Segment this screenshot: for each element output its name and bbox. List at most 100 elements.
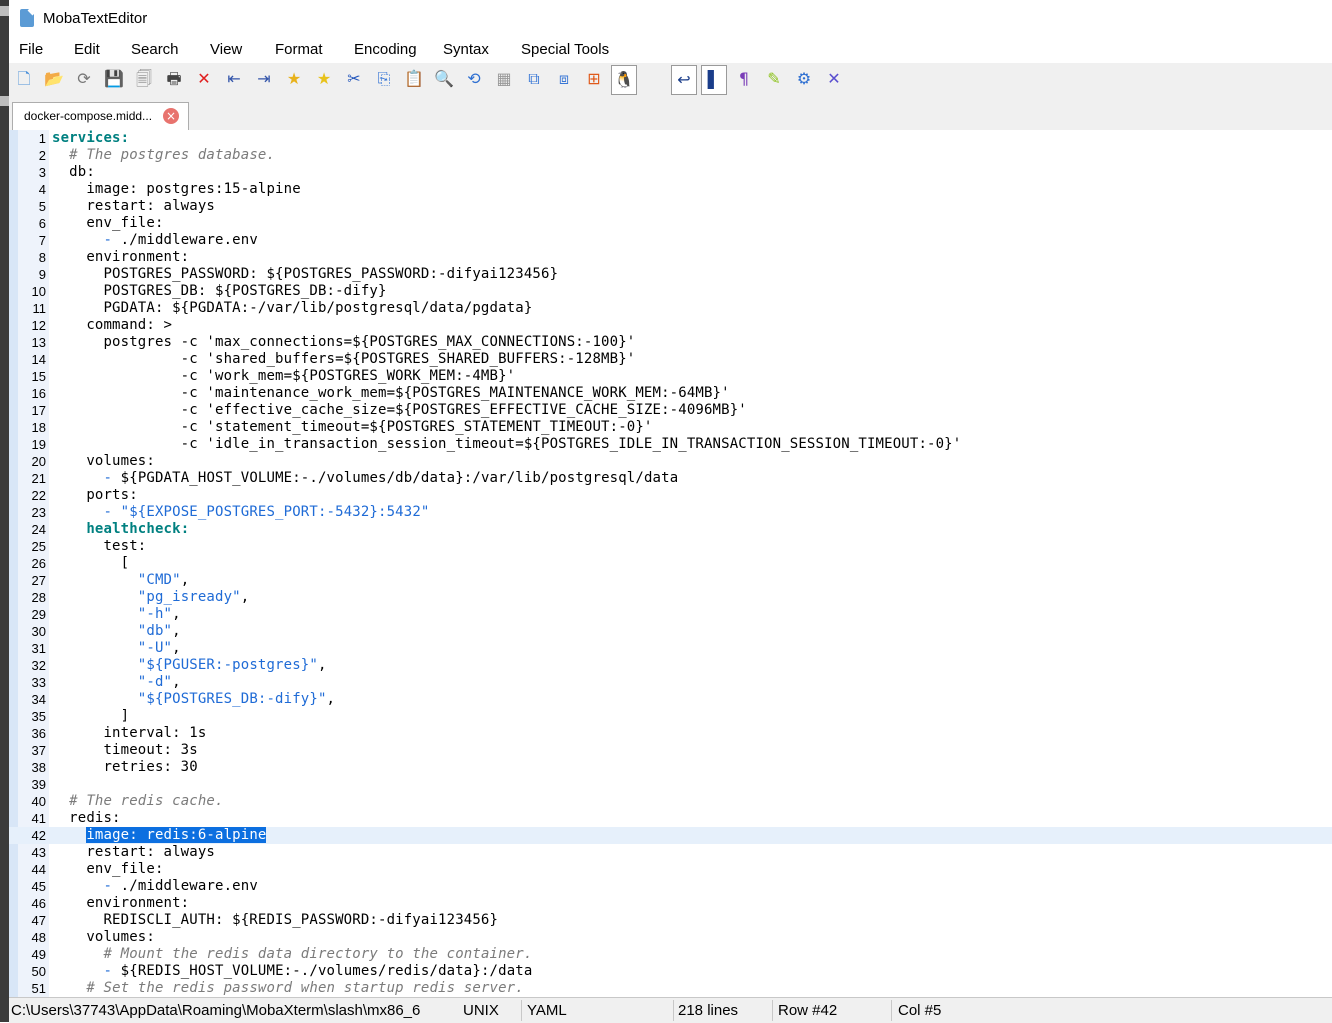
code-line[interactable]: 27 "CMD", bbox=[9, 572, 1332, 589]
code-token: ports: bbox=[52, 487, 138, 503]
code-line[interactable]: 7 - ./middleware.env bbox=[9, 232, 1332, 249]
bookmark-next-icon[interactable]: ★ bbox=[314, 69, 334, 89]
show-symbols-icon[interactable]: ¶ bbox=[734, 69, 754, 89]
code-line[interactable]: 29 "-h", bbox=[9, 606, 1332, 623]
code-text: image: redis:6-alpine bbox=[52, 827, 267, 844]
status-file-path: C:\Users\37743\AppData\Roaming\MobaXterm… bbox=[11, 1002, 421, 1019]
code-line[interactable]: 37 timeout: 3s bbox=[9, 742, 1332, 759]
code-line[interactable]: 35 ] bbox=[9, 708, 1332, 725]
code-line[interactable]: 30 "db", bbox=[9, 623, 1332, 640]
mac-format-icon[interactable] bbox=[644, 69, 664, 89]
code-line[interactable]: 15 -c 'work_mem=${POSTGRES_WORK_MEM:-4MB… bbox=[9, 368, 1332, 385]
code-editor[interactable]: 1 services: 2 # The postgres database. 3 db… bbox=[9, 130, 1332, 997]
tab-close-icon[interactable]: × bbox=[163, 108, 179, 124]
code-line[interactable]: 38 retries: 30 bbox=[9, 759, 1332, 776]
code-line[interactable]: 12 command: > bbox=[9, 317, 1332, 334]
code-line[interactable]: 49 # Mount the redis data directory to t… bbox=[9, 946, 1332, 963]
code-line[interactable]: 51 # Set the redis password when startup… bbox=[9, 980, 1332, 997]
menu-encoding[interactable]: Encoding bbox=[354, 41, 417, 58]
close-file-icon[interactable]: ✕ bbox=[194, 69, 214, 89]
paste-icon[interactable]: 📋 bbox=[404, 69, 424, 89]
code-line[interactable]: 47 REDISCLI_AUTH: ${REDIS_PASSWORD:-dify… bbox=[9, 912, 1332, 929]
code-line[interactable]: 16 -c 'maintenance_work_mem=${POSTGRES_M… bbox=[9, 385, 1332, 402]
print-icon[interactable]: 🖶 bbox=[164, 69, 184, 89]
reload-icon[interactable]: ⟳ bbox=[74, 69, 94, 89]
code-token: , bbox=[326, 691, 336, 707]
code-line[interactable]: 8 environment: bbox=[9, 249, 1332, 266]
bookmark-add-icon[interactable]: ★ bbox=[284, 69, 304, 89]
save-all-icon[interactable]: 🗐 bbox=[134, 69, 154, 89]
code-line[interactable]: 13 postgres -c 'max_connections=${POSTGR… bbox=[9, 334, 1332, 351]
code-line[interactable]: 48 volumes: bbox=[9, 929, 1332, 946]
code-line[interactable]: 14 -c 'shared_buffers=${POSTGRES_SHARED_… bbox=[9, 351, 1332, 368]
compare-icon[interactable]: ⧉ bbox=[524, 69, 544, 89]
code-line[interactable]: 3 db: bbox=[9, 164, 1332, 181]
line-number: 31 bbox=[31, 641, 46, 656]
status-separator bbox=[772, 1000, 773, 1021]
code-line[interactable]: 40 # The redis cache. bbox=[9, 793, 1332, 810]
settings-icon[interactable]: ⚙ bbox=[794, 69, 814, 89]
code-line[interactable]: 1 services: bbox=[9, 130, 1332, 147]
code-line[interactable]: 19 -c 'idle_in_transaction_session_timeo… bbox=[9, 436, 1332, 453]
code-line[interactable]: 11 PGDATA: ${PGDATA:-/var/lib/postgresql… bbox=[9, 300, 1332, 317]
exit-icon[interactable]: ✕ bbox=[824, 69, 844, 89]
code-line[interactable]: 4 image: postgres:15-alpine bbox=[9, 181, 1332, 198]
code-line[interactable]: 50 - ${REDIS_HOST_VOLUME:-./volumes/redi… bbox=[9, 963, 1332, 980]
code-line[interactable]: 44 env_file: bbox=[9, 861, 1332, 878]
code-line[interactable]: 26 [ bbox=[9, 555, 1332, 572]
code-line[interactable]: 36 interval: 1s bbox=[9, 725, 1332, 742]
code-line[interactable]: 33 "-d", bbox=[9, 674, 1332, 691]
code-line[interactable]: 22 ports: bbox=[9, 487, 1332, 504]
indent-icon[interactable]: ⇥ bbox=[254, 69, 274, 89]
code-line[interactable]: 31 "-U", bbox=[9, 640, 1332, 657]
code-line[interactable]: 28 "pg_isready", bbox=[9, 589, 1332, 606]
code-line[interactable]: 32 "${PGUSER:-postgres}", bbox=[9, 657, 1332, 674]
column-mode-icon[interactable]: ▌ bbox=[701, 65, 727, 95]
word-wrap-icon[interactable]: ↩ bbox=[671, 65, 697, 95]
code-line[interactable]: 9 POSTGRES_PASSWORD: ${POSTGRES_PASSWORD… bbox=[9, 266, 1332, 283]
windows-format-icon[interactable]: ⊞ bbox=[584, 69, 604, 89]
code-line[interactable]: 23 - "${EXPOSE_POSTGRES_PORT:-5432}:5432… bbox=[9, 504, 1332, 521]
merge-icon[interactable]: ⧈ bbox=[554, 69, 574, 89]
code-line[interactable]: 43 restart: always bbox=[9, 844, 1332, 861]
goto-icon[interactable]: ▦ bbox=[494, 69, 514, 89]
menu-format[interactable]: Format bbox=[275, 41, 323, 58]
code-line[interactable]: 6 env_file: bbox=[9, 215, 1332, 232]
code-token: volumes: bbox=[52, 929, 155, 945]
code-line[interactable]: 2 # The postgres database. bbox=[9, 147, 1332, 164]
menu-edit[interactable]: Edit bbox=[74, 41, 100, 58]
linux-format-icon[interactable]: 🐧 bbox=[611, 65, 637, 95]
search-icon[interactable]: 🔍 bbox=[434, 69, 454, 89]
new-file-icon[interactable]: 🗋 bbox=[14, 69, 34, 89]
code-line[interactable]: 41 redis: bbox=[9, 810, 1332, 827]
code-line[interactable]: 10 POSTGRES_DB: ${POSTGRES_DB:-dify} bbox=[9, 283, 1332, 300]
code-line[interactable]: 18 -c 'statement_timeout=${POSTGRES_STAT… bbox=[9, 419, 1332, 436]
code-line[interactable]: 20 volumes: bbox=[9, 453, 1332, 470]
code-line[interactable]: 17 -c 'effective_cache_size=${POSTGRES_E… bbox=[9, 402, 1332, 419]
code-line[interactable]: 42 image: redis:6-alpine bbox=[9, 827, 1332, 844]
code-line[interactable]: 39 bbox=[9, 776, 1332, 793]
unindent-icon[interactable]: ⇤ bbox=[224, 69, 244, 89]
cut-icon[interactable]: ✂ bbox=[344, 69, 364, 89]
menu-search[interactable]: Search bbox=[131, 41, 179, 58]
code-line[interactable]: 24 healthcheck: bbox=[9, 521, 1332, 538]
code-line[interactable]: 45 - ./middleware.env bbox=[9, 878, 1332, 895]
code-line[interactable]: 5 restart: always bbox=[9, 198, 1332, 215]
code-line[interactable]: 34 "${POSTGRES_DB:-dify}", bbox=[9, 691, 1332, 708]
copy-icon[interactable]: ⎘ bbox=[374, 69, 394, 89]
highlight-icon[interactable]: ✎ bbox=[764, 69, 784, 89]
file-tab[interactable]: docker-compose.midd... × bbox=[12, 102, 189, 131]
menu-view[interactable]: View bbox=[210, 41, 242, 58]
save-icon[interactable]: 💾 bbox=[104, 69, 124, 89]
code-line[interactable]: 25 test: bbox=[9, 538, 1332, 555]
menu-file[interactable]: File bbox=[19, 41, 43, 58]
replace-icon[interactable]: ⟲ bbox=[464, 69, 484, 89]
code-line[interactable]: 21 - ${PGDATA_HOST_VOLUME:-./volumes/db/… bbox=[9, 470, 1332, 487]
code-text: "db", bbox=[52, 623, 181, 640]
open-folder-icon[interactable]: 📂 bbox=[44, 69, 64, 89]
code-token: -c 'shared_buffers=${POSTGRES_SHARED_BUF… bbox=[52, 351, 636, 367]
code-line[interactable]: 46 environment: bbox=[9, 895, 1332, 912]
menu-special-tools[interactable]: Special Tools bbox=[521, 41, 609, 58]
menu-syntax[interactable]: Syntax bbox=[443, 41, 489, 58]
